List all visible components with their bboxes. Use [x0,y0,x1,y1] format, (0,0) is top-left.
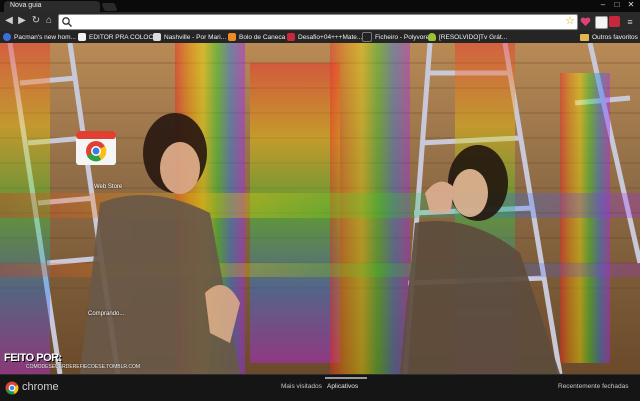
bookmark-item[interactable]: [RESOLVIDO]Tv Grát... [428,32,507,42]
forward-arrow-icon[interactable]: ▶ [16,15,28,27]
pacman-site-icon [3,33,11,41]
tab-nova-guia[interactable]: Nova guia [4,1,100,12]
bookmark-item[interactable]: EDITOR PRA COLOC... [78,32,159,42]
bookmark-item[interactable]: Nashville - Por Mari... [153,32,226,42]
page-icon [78,33,86,41]
page-icon [153,33,161,41]
other-bookmarks[interactable]: Outros favoritos [580,32,638,42]
wrench-menu-icon[interactable]: ≡ [624,16,636,28]
theme-wallpaper [0,43,640,374]
credit-title: FEITO POR: [4,352,62,364]
close-button[interactable]: ✕ [624,0,638,9]
title-bar: Nova guia – □ ✕ [0,0,640,12]
toolbar: ◀ ▶ ↻ ⌂ ☆ ≡ [0,12,640,31]
chrome-brand: chrome [22,381,59,393]
new-tab-page: Web Store Comprando... FEITO POR: COMODE… [0,43,640,374]
tab-mais-visitados[interactable]: Mais visitados [281,383,322,390]
reload-icon[interactable]: ↻ [30,15,42,27]
folder-icon [580,33,589,41]
polyvore-icon [362,32,372,42]
chrome-logo-icon [5,381,19,395]
star-icon[interactable]: ☆ [565,15,575,28]
bookmark-item[interactable]: Ficheiro - Polyvore [362,32,429,42]
heart-extension-icon[interactable] [580,16,591,27]
recently-closed-menu[interactable]: Recentemente fechadas [558,383,628,390]
search-icon [62,17,72,27]
site-icon [287,33,295,41]
credit-url: COMODESEUERDEREFIECOESE.TOMBLR.COM [26,364,141,370]
web-store-label: Web Store [94,184,123,190]
new-tab-button[interactable] [101,3,118,11]
ntp-footer: chrome Mais visitados Aplicativos Recent… [0,374,640,401]
home-icon[interactable]: ⌂ [43,15,55,27]
tab-aplicativos[interactable]: Aplicativos [327,383,358,390]
app-label: Comprando... [88,311,125,317]
bookmark-item[interactable]: Pacman's new hom... [3,32,76,42]
blogger-icon [228,33,236,41]
address-bar[interactable]: ☆ [58,14,578,30]
maximize-button[interactable]: □ [610,0,624,9]
extension-red-icon[interactable] [609,16,620,27]
bookmark-item[interactable]: Desafio+04+++Mate... [287,32,362,42]
tab-title: Nova guia [10,2,42,9]
minimize-button[interactable]: – [596,0,610,9]
active-page-indicator [325,377,367,379]
bookmarks-bar: Pacman's new hom... EDITOR PRA COLOC... … [0,31,640,43]
android-icon [428,33,436,41]
bookmark-item[interactable]: Bolo de Caneca [228,32,285,42]
back-arrow-icon[interactable]: ◀ [3,15,15,27]
right-figure [400,145,560,374]
web-store-icon [76,131,116,165]
extension-icon[interactable] [595,16,608,29]
web-store-app[interactable] [74,127,118,167]
